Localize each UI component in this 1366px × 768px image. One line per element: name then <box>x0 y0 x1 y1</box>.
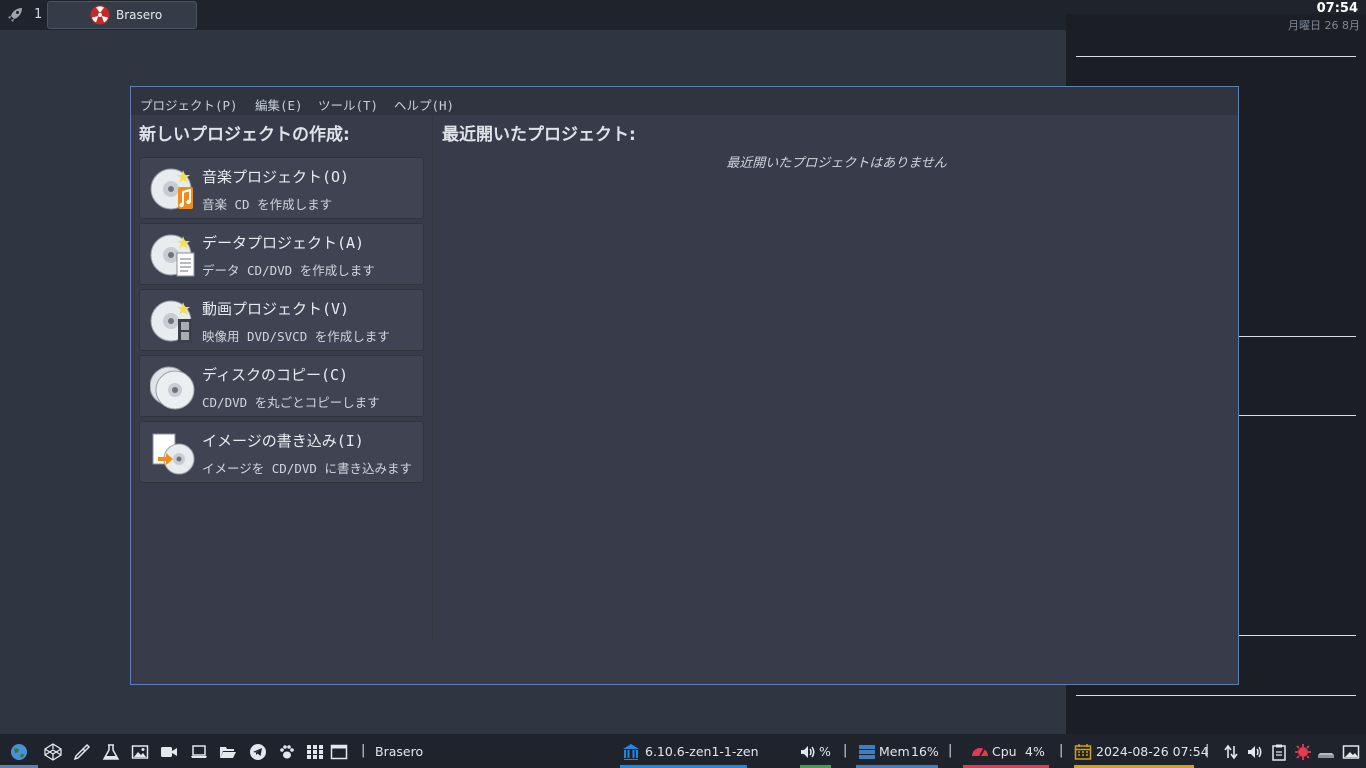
conky-divider <box>1076 56 1356 57</box>
tray-volume-icon[interactable] <box>1246 743 1264 761</box>
image-burn-button[interactable]: イメージの書き込み(I) イメージを CD/DVD に書き込みます <box>139 421 424 483</box>
image-icon[interactable] <box>131 743 149 761</box>
taskbar-brasero-label: Brasero <box>116 8 163 22</box>
disc-copy-icon <box>150 366 195 410</box>
recent-projects-pane: 最近開いたプロジェクト: 最近開いたプロジェクトはありません <box>434 115 1239 640</box>
image-burn-description: イメージを CD/DVD に書き込みます <box>202 461 412 476</box>
menu-tools[interactable]: ツール(T) <box>318 95 378 114</box>
network-icon[interactable] <box>1222 743 1240 761</box>
conky-date: 月曜日 26 8月 <box>1288 19 1360 32</box>
recent-projects-heading: 最近開いたプロジェクト: <box>442 125 636 145</box>
flask-icon[interactable] <box>102 743 120 761</box>
new-project-heading: 新しいプロジェクトの作成: <box>139 125 350 145</box>
conky-divider <box>1076 695 1356 696</box>
mem-label: Mem <box>879 744 910 759</box>
conky-clock: 07:54 <box>1316 1 1358 16</box>
active-window-title[interactable]: Brasero <box>375 744 423 759</box>
separator: | <box>948 743 953 758</box>
video-project-title: 動画プロジェクト(V) <box>202 300 350 318</box>
brasero-app-icon <box>90 5 110 25</box>
cpu-gauge-icon <box>972 748 988 757</box>
audio-project-title: 音楽プロジェクト(O) <box>202 168 350 186</box>
separator: | <box>843 743 848 758</box>
kernel-version: 6.10.6-zen1-1-zen <box>645 744 759 759</box>
mem-value: 16% <box>911 744 939 759</box>
audio-project-button[interactable]: 音楽プロジェクト(O) 音楽 CD を作成します <box>139 157 424 219</box>
audio-disc-icon <box>150 168 193 210</box>
video-disc-icon <box>150 300 192 343</box>
video-project-button[interactable]: 動画プロジェクト(V) 映像用 DVD/SVCD を作成します <box>139 289 424 351</box>
datetime: 2024-08-26 07:54 <box>1096 744 1209 759</box>
menu-help[interactable]: ヘルプ(H) <box>394 95 454 114</box>
recent-projects-empty-message: 最近開いたプロジェクトはありません <box>726 156 947 171</box>
calendar-icon <box>1074 744 1092 760</box>
globe-icon[interactable] <box>10 743 28 761</box>
video-project-description: 映像用 DVD/SVCD を作成します <box>202 329 390 344</box>
new-project-pane: 新しいプロジェクトの作成: 音楽プロジェクト(O) 音楽 CD を作成します デ… <box>131 115 433 640</box>
grid-icon[interactable] <box>306 743 324 761</box>
eyedropper-icon[interactable] <box>73 743 91 761</box>
paw-icon[interactable] <box>278 743 296 761</box>
window-icon[interactable] <box>330 743 348 761</box>
telegram-icon[interactable] <box>249 743 267 761</box>
separator: | <box>1059 743 1064 758</box>
brasero-window: プロジェクト(P) 編集(E) ツール(T) ヘルプ(H) 新しいプロジェクトの… <box>130 86 1239 685</box>
cpu-value: 4% <box>1025 744 1045 759</box>
volume-value[interactable]: % <box>819 744 831 759</box>
folder-open-icon[interactable] <box>219 743 237 761</box>
memory-icon <box>859 745 875 759</box>
menu-edit[interactable]: 編集(E) <box>255 95 303 114</box>
taskbar-brasero-button[interactable]: Brasero <box>47 1 197 29</box>
volume-icon[interactable] <box>799 743 817 761</box>
cpu-label: Cpu <box>992 744 1017 759</box>
tray-app-icon[interactable] <box>1294 743 1312 761</box>
image-burn-icon <box>152 433 195 475</box>
data-project-title: データプロジェクト(A) <box>202 234 365 252</box>
data-project-button[interactable]: データプロジェクト(A) データ CD/DVD を作成します <box>139 223 424 285</box>
disc-copy-title: ディスクのコピー(C) <box>202 366 349 384</box>
drive-icon[interactable] <box>1317 743 1335 761</box>
menu-project[interactable]: プロジェクト(P) <box>140 95 238 114</box>
bottom-panel: | Brasero 6.10.6-zen1-1-zen % | Mem 16% … <box>0 734 1366 768</box>
workspace-number[interactable]: 1 <box>34 7 42 22</box>
data-project-description: データ CD/DVD を作成します <box>202 263 375 278</box>
bank-icon <box>623 744 639 760</box>
screenshot-icon[interactable] <box>1342 743 1360 761</box>
separator: | <box>1205 743 1210 758</box>
data-disc-icon <box>150 234 195 277</box>
codepen-icon[interactable] <box>44 743 62 761</box>
menu-bar: プロジェクト(P) 編集(E) ツール(T) ヘルプ(H) <box>131 87 1238 115</box>
disc-copy-description: CD/DVD を丸ごとコピーします <box>202 395 380 410</box>
clipboard-icon[interactable] <box>1270 743 1288 761</box>
image-burn-title: イメージの書き込み(I) <box>202 432 364 450</box>
rocket-icon[interactable] <box>6 6 24 24</box>
disc-copy-button[interactable]: ディスクのコピー(C) CD/DVD を丸ごとコピーします <box>139 355 424 417</box>
laptop-icon[interactable] <box>190 743 208 761</box>
video-camera-icon[interactable] <box>160 743 178 761</box>
separator: | <box>361 743 366 758</box>
audio-project-description: 音楽 CD を作成します <box>202 197 333 212</box>
